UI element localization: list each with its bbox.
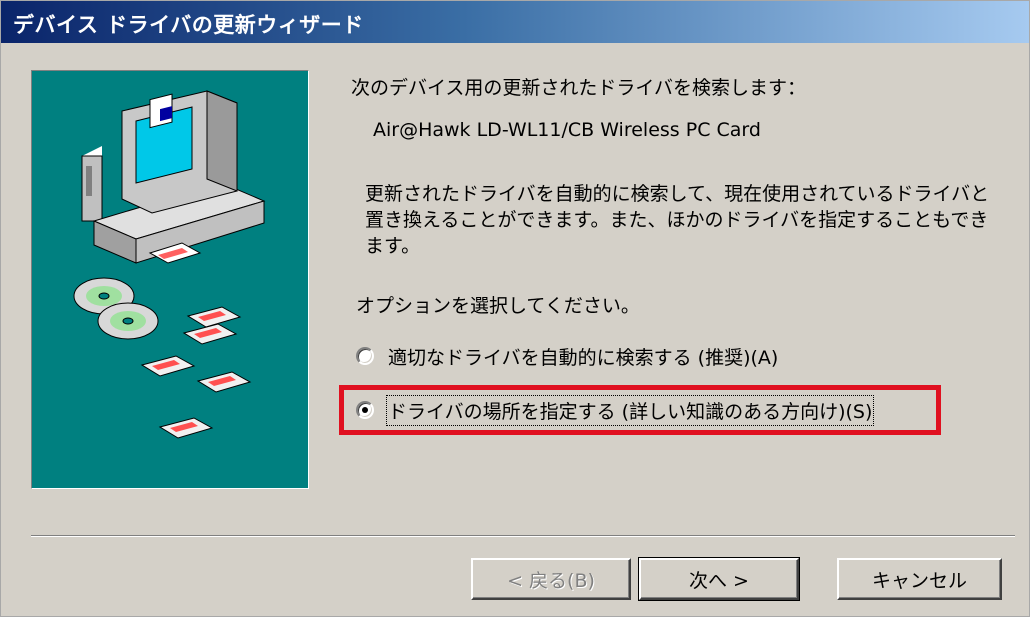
floppy-disk-icon <box>140 306 252 439</box>
annotation-highlight-box <box>339 385 941 435</box>
next-button[interactable]: 次へ > <box>638 557 800 601</box>
device-name: Air@Hawk LD-WL11/CB Wireless PC Card <box>373 119 761 141</box>
computer-icon <box>81 90 266 264</box>
cancel-button[interactable]: キャンセル <box>837 558 1002 600</box>
intro-text: 次のデバイス用の更新されたドライバを検索します： <box>351 77 807 99</box>
window-title: デバイス ドライバの更新ウィザード <box>13 13 364 37</box>
wizard-illustration <box>31 70 309 489</box>
prompt-text: オプションを選択してください。 <box>356 295 640 317</box>
back-button[interactable]: < 戻る(B) <box>471 558 631 600</box>
wizard-window: デバイス ドライバの更新ウィザード 次のデバイス用の更新されたドライバを検索しま… <box>0 0 1030 617</box>
option-auto-search-label[interactable]: 適切なドライバを自動的に検索する (推奨)(A) <box>388 343 778 370</box>
radio-auto-search[interactable] <box>356 347 374 365</box>
cd-icon <box>73 277 159 340</box>
option-auto-search[interactable]: 適切なドライバを自動的に検索する (推奨)(A) <box>356 341 778 371</box>
title-bar[interactable]: デバイス ドライバの更新ウィザード <box>1 1 1029 43</box>
description-text: 更新されたドライバを自動的に検索して、現在使用されているドライバと置き換えること… <box>365 183 990 257</box>
separator-line <box>31 535 1015 537</box>
